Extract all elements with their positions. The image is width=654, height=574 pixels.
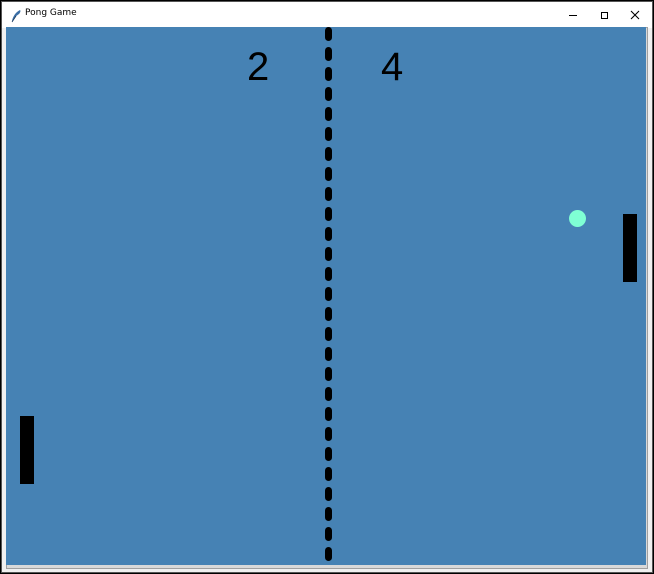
net-dash (325, 87, 332, 101)
ball (569, 210, 586, 227)
title-bar[interactable]: Pong Game (2, 2, 652, 28)
net-dash (325, 547, 332, 561)
net-dash (325, 287, 332, 301)
net-dash (325, 527, 332, 541)
net-dash (325, 167, 332, 181)
feather-icon (10, 8, 22, 23)
right-score: 4 (381, 45, 404, 89)
net-dash (325, 67, 332, 81)
net-dash (325, 507, 332, 521)
net-dash (325, 427, 332, 441)
net-dash (325, 107, 332, 121)
game-court[interactable]: 2 4 (6, 27, 646, 565)
net-dash (325, 147, 332, 161)
net-dash (325, 487, 332, 501)
window-title: Pong Game (25, 8, 77, 18)
close-button[interactable] (619, 2, 651, 28)
close-icon (630, 10, 640, 20)
net-dash (325, 447, 332, 461)
maximize-icon (600, 11, 608, 19)
left-score: 2 (247, 45, 270, 89)
net-dash (325, 247, 332, 261)
net-dash (325, 407, 332, 421)
minimize-button[interactable] (557, 2, 589, 28)
right-paddle (623, 214, 637, 282)
net-dash (325, 227, 332, 241)
net-dash (325, 187, 332, 201)
minimize-icon (569, 14, 577, 16)
left-paddle (20, 416, 34, 484)
net-dash (325, 327, 332, 341)
net-dash (325, 307, 332, 321)
net-dash (325, 387, 332, 401)
net-dash (325, 267, 332, 281)
net-dash (325, 27, 332, 41)
net-dash (325, 127, 332, 141)
net-dash (325, 467, 332, 481)
net-dash (325, 367, 332, 381)
maximize-button[interactable] (588, 2, 620, 28)
net-dash (325, 207, 332, 221)
net-dash (325, 47, 332, 61)
net-dash (325, 347, 332, 361)
